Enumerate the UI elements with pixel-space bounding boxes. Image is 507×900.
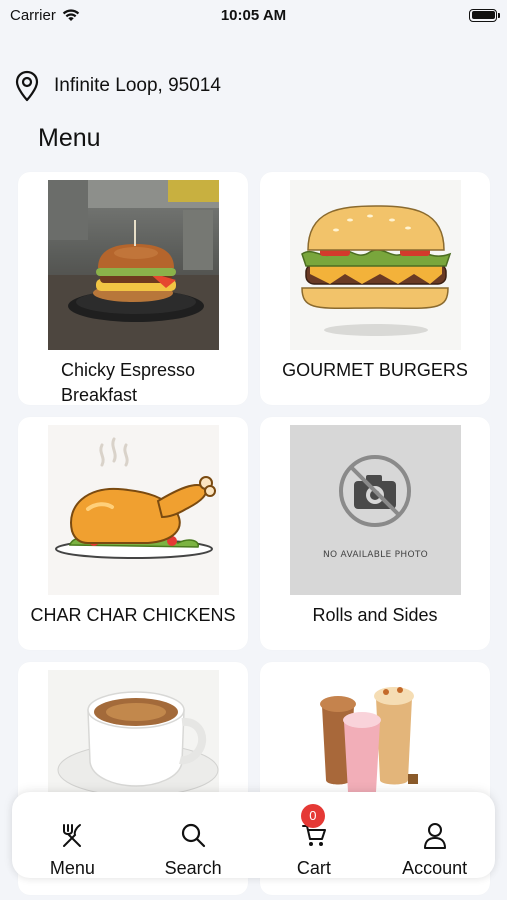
search-icon (182, 823, 206, 848)
location-row[interactable]: Infinite Loop, 95014 (14, 68, 221, 104)
menu-grid: Chicky Espresso Breakfast GOURMET BURGER… (18, 172, 490, 895)
menu-card[interactable]: CHAR CHAR CHICKENS (18, 417, 248, 650)
nav-label: Search (164, 858, 222, 878)
menu-card[interactable]: GOURMET BURGERS (260, 172, 490, 405)
menu-card[interactable]: NO AVAILABLE PHOTO Rolls and Sides (260, 417, 490, 650)
wifi-icon (62, 9, 80, 21)
cart-count-badge: 0 (300, 804, 325, 828)
location-pin-icon (15, 70, 39, 102)
menu-card[interactable]: Chicky Espresso Breakfast (18, 172, 248, 405)
page-title: Menu (38, 124, 101, 152)
person-icon (423, 823, 446, 849)
nav-label: Menu (49, 858, 95, 878)
menu-card-label: Chicky Espresso Breakfast (61, 360, 196, 405)
nav-item-cart[interactable]: 0 Cart (264, 792, 364, 878)
no-photo-text: NO AVAILABLE PHOTO (322, 550, 429, 560)
status-left: Carrier (10, 7, 80, 24)
nav-item-account[interactable]: Account (385, 792, 485, 878)
status-bar: Carrier 10:05 AM (0, 0, 507, 30)
nav-label: Account (402, 858, 468, 878)
roast-chicken-illustration-image (48, 425, 219, 595)
nav-item-search[interactable]: Search (143, 792, 243, 878)
burger-illustration-image (290, 180, 461, 350)
no-photo-placeholder-image: NO AVAILABLE PHOTO (290, 425, 461, 595)
bottom-nav: Menu Search 0 Cart Account (12, 792, 495, 878)
carrier-label: Carrier (10, 6, 56, 24)
menu-card-label: GOURMET BURGERS (282, 360, 468, 380)
burger-photo-image (48, 180, 219, 350)
menu-card-label: CHAR CHAR CHICKENS (30, 605, 236, 625)
location-address: Infinite Loop, 95014 (54, 75, 221, 96)
nav-label: Cart (296, 858, 331, 878)
nav-item-menu[interactable]: Menu (22, 792, 122, 878)
utensils-icon (63, 824, 82, 847)
menu-card-label: Rolls and Sides (312, 605, 438, 625)
battery-icon (469, 8, 500, 22)
